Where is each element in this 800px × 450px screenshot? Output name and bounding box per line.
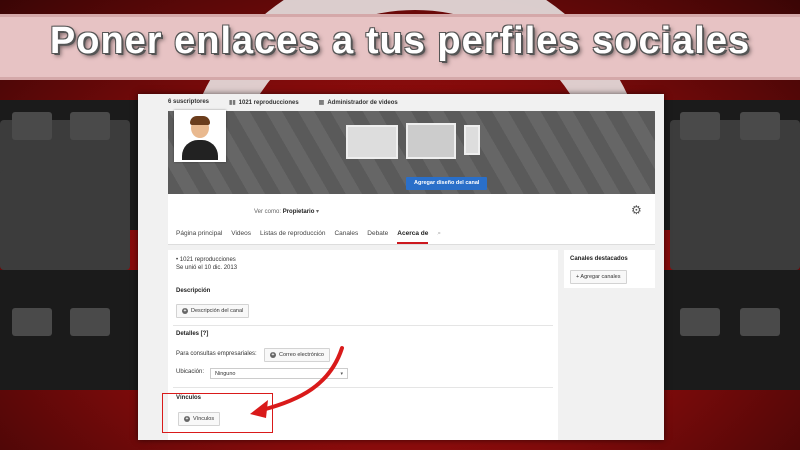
- annotation-arrow: [250, 346, 344, 418]
